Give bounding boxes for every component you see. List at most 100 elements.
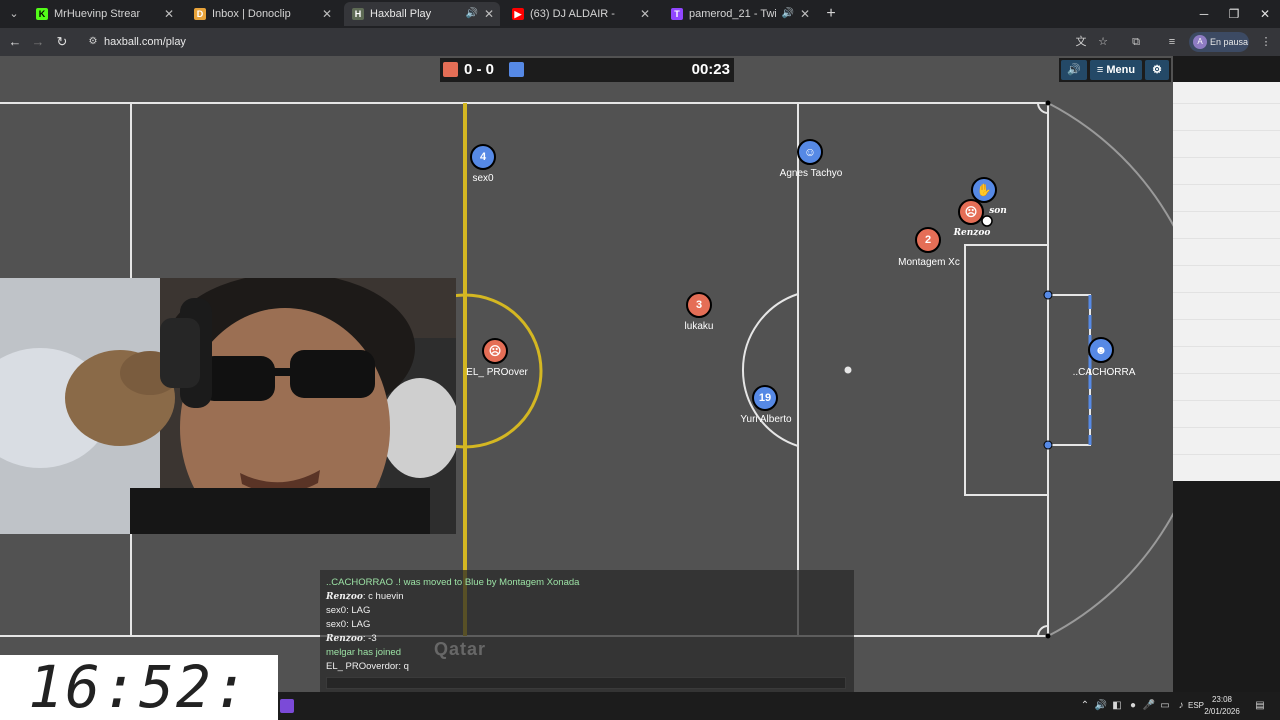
chat-message: melgar has joined [326, 647, 401, 658]
close-icon[interactable]: ✕ [322, 2, 332, 26]
site-info-icon[interactable]: ⚙ [86, 35, 100, 49]
windows-taskbar: ⌃ 🔊 ◧ ● 🎤 ▭ ♪ ESP 23:08 2/01/2026 ▤ [278, 692, 1280, 720]
chat-author: Renzoo [326, 634, 363, 644]
tab-title: (63) DJ ALDAIR - MALDITA BELLA [530, 8, 616, 20]
menu-label: Menu [1106, 64, 1136, 76]
chat-input[interactable] [326, 677, 846, 689]
notification-icon[interactable]: ▤ [1253, 699, 1267, 713]
menu-button[interactable]: ≡ Menu [1090, 60, 1142, 80]
chat-message: sex0: LAG [326, 605, 371, 616]
close-icon[interactable]: ✕ [640, 2, 650, 26]
tab-donoclip[interactable]: D Inbox | Donoclip ✕ [186, 2, 338, 26]
microphone-icon[interactable]: 🎤 [1142, 699, 1156, 713]
profile-button[interactable]: A En pausa [1189, 32, 1249, 52]
translate-icon[interactable]: 文 [1072, 33, 1090, 51]
player-disc: ☹ [958, 199, 984, 225]
player-name: Yuri Alberto [740, 414, 792, 425]
tab-youtube[interactable]: ▶ (63) DJ ALDAIR - MALDITA BELLA ✕ [504, 2, 656, 26]
player-disc: 4 [470, 144, 496, 170]
tab-search-icon[interactable]: ⌄ [4, 4, 24, 24]
donoclip-icon: D [194, 8, 206, 20]
address-bar[interactable]: ⚙ haxball.com/play [80, 31, 1120, 53]
taskbar-date[interactable]: 2/01/2026 [1196, 707, 1248, 716]
player-name: Renzoo [953, 228, 991, 238]
player-name: sex0 [472, 173, 494, 184]
tab-title: pamerod_21 - Twitch [689, 8, 776, 20]
scoreboard: 0 - 0 00:23 [440, 58, 734, 82]
player-disc: 2 [915, 227, 941, 253]
chat-text: : c huevin [362, 591, 404, 602]
window-close-icon[interactable]: ✕ [1250, 0, 1280, 28]
player-name: Montagem Xc [898, 257, 960, 268]
player-disc: ☺ [797, 139, 823, 165]
url-text: haxball.com/play [104, 36, 186, 48]
chevron-up-icon[interactable]: ⌃ [1078, 699, 1092, 713]
chat-message: Renzoo: c huevin [326, 591, 404, 602]
reading-list-icon[interactable]: ≡ [1163, 33, 1181, 51]
tab-kick[interactable]: K MrHuevinp Stream - Watch Live ✕ [28, 2, 180, 26]
reload-icon[interactable]: ↻ [51, 32, 73, 52]
player-name: EL_ PROover [466, 367, 528, 378]
webcam-image [0, 278, 456, 534]
youtube-icon: ▶ [512, 8, 524, 20]
bookmark-star-icon[interactable]: ☆ [1094, 33, 1112, 51]
red-team-square [443, 62, 458, 77]
kebab-menu-icon[interactable]: ⋮ [1257, 33, 1275, 51]
forward-icon[interactable]: → [27, 32, 49, 52]
browser-toolbar: ← → ↻ ⚙ haxball.com/play 文 ☆ ⧉ ≡ A En pa… [0, 28, 1280, 56]
restore-icon[interactable]: ❐ [1219, 0, 1249, 28]
twitch-icon: T [671, 8, 683, 20]
tab-strip: ⌄ K MrHuevinp Stream - Watch Live ✕ D In… [0, 0, 1280, 28]
player-name: ..CACHORRA [1072, 367, 1136, 378]
player-name: lukaku [684, 321, 714, 332]
close-icon[interactable]: ✕ [484, 2, 494, 26]
clock-overlay: 16:52: 12 [0, 655, 278, 720]
chat-text: : -3 [362, 633, 377, 644]
minimize-icon[interactable]: ─ [1189, 0, 1219, 28]
qatar-watermark: Qatar [434, 639, 487, 659]
network-icon[interactable]: ▭ [1158, 699, 1172, 713]
player-name: Agnes Tachyo [779, 168, 843, 179]
taskbar-time[interactable]: 23:08 [1196, 695, 1248, 704]
blue-team-square [509, 62, 524, 77]
settings-gear-icon[interactable]: ⚙ [1145, 60, 1169, 80]
player-name: son [989, 206, 1007, 216]
sound-icon[interactable]: 🔊 [1061, 60, 1087, 80]
close-icon[interactable]: ✕ [800, 2, 810, 26]
score-text: 0 - 0 [464, 61, 495, 78]
tab-title: Haxball Play [370, 8, 432, 20]
haxball-game[interactable]: 0 - 0 00:23 🔊 ≡ Menu ⚙ 4 sex0 ☺ Agnes Ta… [0, 56, 1280, 720]
tab-title: MrHuevinp Stream - Watch Live [54, 8, 140, 20]
player-disc: 19 [752, 385, 778, 411]
tray-app-icon[interactable]: ◧ [1110, 699, 1124, 713]
tray-app-icon[interactable]: ● [1126, 699, 1140, 713]
player-disc: ☻ [1088, 337, 1114, 363]
app-icon[interactable] [280, 699, 294, 713]
chat-message: ..CACHORRAO .! was moved to Blue by Mont… [326, 577, 580, 588]
haxball-icon: H [352, 8, 364, 20]
tab-haxball[interactable]: H Haxball Play 🔊 ✕ [344, 2, 500, 26]
new-tab-icon[interactable]: + [821, 4, 841, 24]
extensions-icon[interactable]: ⧉ [1127, 33, 1145, 51]
kick-icon: K [36, 8, 48, 20]
player-disc: 3 [686, 292, 712, 318]
close-icon[interactable]: ✕ [164, 2, 174, 26]
chat-panel: ..CACHORRAO .! was moved to Blue by Mont… [320, 570, 854, 692]
hamburger-icon: ≡ [1096, 64, 1107, 76]
profile-label: En pausa [1210, 37, 1249, 47]
chat-message: Renzoo: -3 [326, 633, 377, 644]
player-disc: ☹ [482, 338, 508, 364]
speaker-icon[interactable]: 🔊 [466, 2, 478, 26]
tab-title: Inbox | Donoclip [212, 8, 291, 20]
tab-twitch[interactable]: T pamerod_21 - Twitch 🔊 ✕ [663, 2, 816, 26]
side-panel [1173, 82, 1280, 481]
webcam-overlay [0, 278, 456, 534]
game-timer: 00:23 [691, 61, 730, 78]
back-icon[interactable]: ← [4, 32, 26, 52]
game-menu-bar: 🔊 ≡ Menu ⚙ [1059, 58, 1171, 82]
chat-message: sex0: LAG [326, 619, 371, 630]
avatar: A [1193, 35, 1207, 49]
chat-message: EL_ PROoverdor: q [326, 661, 409, 672]
volume-tray-icon[interactable]: 🔊 [1094, 699, 1108, 713]
speaker-icon[interactable]: 🔊 [782, 2, 794, 26]
